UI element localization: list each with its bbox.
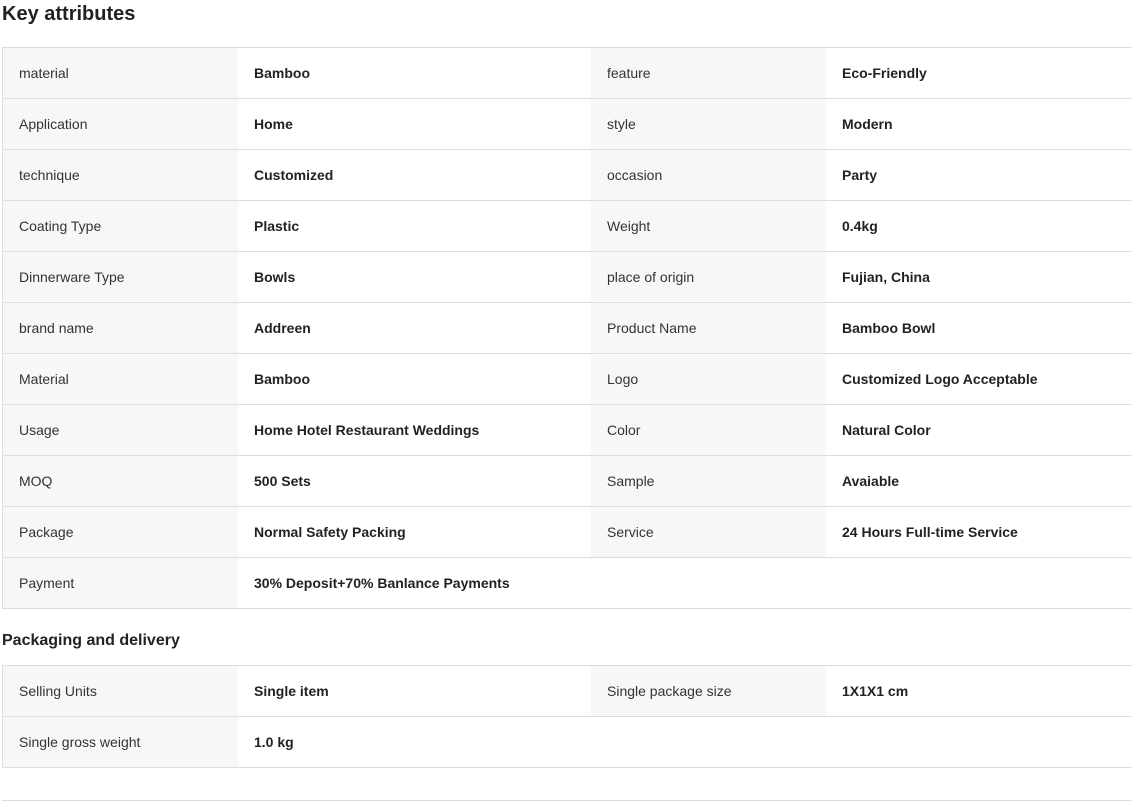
attribute-label — [591, 558, 826, 608]
attribute-value: 24 Hours Full-time Service — [826, 507, 1132, 557]
packaging-table: Selling Units Single item Single package… — [2, 665, 1132, 768]
attribute-label: Single gross weight — [3, 717, 238, 767]
attribute-value: 500 Sets — [238, 456, 591, 506]
attribute-value — [826, 717, 1132, 767]
attribute-label: occasion — [591, 150, 826, 200]
bottom-divider — [2, 800, 1132, 801]
table-row: Material Bamboo Logo Customized Logo Acc… — [3, 354, 1132, 405]
attribute-label: Material — [3, 354, 238, 404]
attribute-value — [826, 558, 1132, 608]
attribute-label: Usage — [3, 405, 238, 455]
attribute-value: 1.0 kg — [238, 717, 591, 767]
attribute-label: feature — [591, 48, 826, 98]
table-row: Application Home style Modern — [3, 99, 1132, 150]
attribute-value: Bamboo Bowl — [826, 303, 1132, 353]
attribute-label: Coating Type — [3, 201, 238, 251]
table-row: Single gross weight 1.0 kg — [3, 717, 1132, 768]
attribute-label: technique — [3, 150, 238, 200]
attribute-label: MOQ — [3, 456, 238, 506]
attribute-value: Home Hotel Restaurant Weddings — [238, 405, 591, 455]
attribute-label: Color — [591, 405, 826, 455]
attribute-value: Addreen — [238, 303, 591, 353]
attribute-value: Fujian, China — [826, 252, 1132, 302]
attribute-value: Bamboo — [238, 48, 591, 98]
attribute-label: Selling Units — [3, 666, 238, 716]
table-row: Dinnerware Type Bowls place of origin Fu… — [3, 252, 1132, 303]
attribute-value: Customized Logo Acceptable — [826, 354, 1132, 404]
attribute-label: Single package size — [591, 666, 826, 716]
attribute-value: Eco-Friendly — [826, 48, 1132, 98]
attribute-label: Logo — [591, 354, 826, 404]
attribute-label: Weight — [591, 201, 826, 251]
attribute-value: Bowls — [238, 252, 591, 302]
table-row: technique Customized occasion Party — [3, 150, 1132, 201]
attribute-value: Bamboo — [238, 354, 591, 404]
attribute-label: Application — [3, 99, 238, 149]
table-row: brand name Addreen Product Name Bamboo B… — [3, 303, 1132, 354]
attribute-label: Service — [591, 507, 826, 557]
attribute-label: Dinnerware Type — [3, 252, 238, 302]
table-row: Payment 30% Deposit+70% Banlance Payment… — [3, 558, 1132, 609]
table-row: Coating Type Plastic Weight 0.4kg — [3, 201, 1132, 252]
attribute-label — [591, 717, 826, 767]
attribute-label: brand name — [3, 303, 238, 353]
attribute-label: place of origin — [591, 252, 826, 302]
attribute-label: Payment — [3, 558, 238, 608]
attribute-label: Product Name — [591, 303, 826, 353]
attribute-value: Avaiable — [826, 456, 1132, 506]
attribute-value: Single item — [238, 666, 591, 716]
attribute-value: Plastic — [238, 201, 591, 251]
section-title: Packaging and delivery — [2, 632, 180, 649]
page-title: Key attributes — [2, 3, 136, 25]
attribute-label: material — [3, 48, 238, 98]
attribute-label: Package — [3, 507, 238, 557]
attribute-value: Customized — [238, 150, 591, 200]
table-row: Package Normal Safety Packing Service 24… — [3, 507, 1132, 558]
attribute-value: Normal Safety Packing — [238, 507, 591, 557]
attribute-value: Modern — [826, 99, 1132, 149]
table-row: Usage Home Hotel Restaurant Weddings Col… — [3, 405, 1132, 456]
attribute-label: style — [591, 99, 826, 149]
table-row: material Bamboo feature Eco-Friendly — [3, 48, 1132, 99]
table-row: MOQ 500 Sets Sample Avaiable — [3, 456, 1132, 507]
attribute-value: Natural Color — [826, 405, 1132, 455]
table-row: Selling Units Single item Single package… — [3, 666, 1132, 717]
attribute-value: 0.4kg — [826, 201, 1132, 251]
attribute-value: Party — [826, 150, 1132, 200]
key-attributes-table: material Bamboo feature Eco-Friendly App… — [2, 47, 1132, 609]
attribute-label: Sample — [591, 456, 826, 506]
attribute-value: 30% Deposit+70% Banlance Payments — [238, 558, 591, 608]
attribute-value: Home — [238, 99, 591, 149]
attribute-value: 1X1X1 cm — [826, 666, 1132, 716]
